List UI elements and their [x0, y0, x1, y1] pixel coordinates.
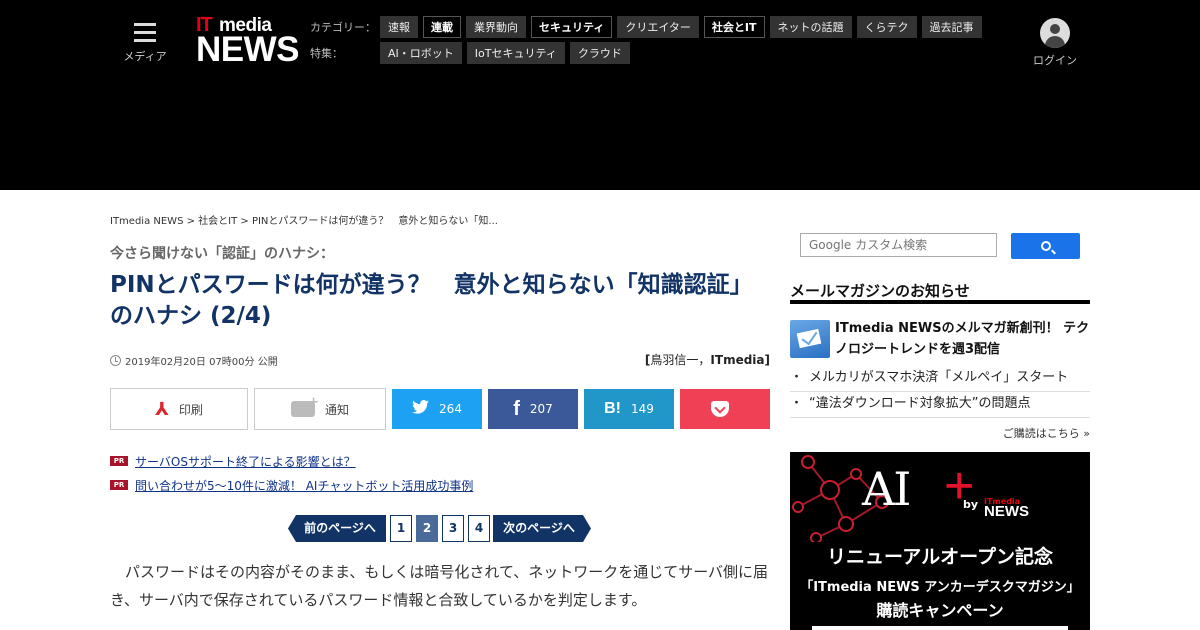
twitter-share-button[interactable]: 264	[392, 389, 482, 429]
mailmag-item[interactable]: ・メルカリがスマホ決済「メルペイ」スタート	[790, 366, 1090, 392]
breadcrumb[interactable]: ITmedia NEWS > 社会とIT > PINとパスワードは何が違う？ 意…	[110, 212, 498, 227]
pr-item: PR 問い合わせが5～10件に激減！ AIチャットボット活用成功事例	[110, 473, 473, 497]
login-label: ログイン	[1033, 54, 1077, 67]
print-button[interactable]: ⅄ 印刷	[110, 388, 248, 430]
facebook-count: 207	[529, 402, 553, 416]
nav-category-sokuho[interactable]: 速報	[380, 16, 418, 38]
media-menu-label: メディア	[123, 50, 167, 63]
notify-button[interactable]: 通知	[254, 388, 386, 430]
search-input[interactable]	[800, 233, 997, 257]
nav-category-gyokai[interactable]: 業界動向	[466, 16, 526, 38]
user-avatar-icon	[1040, 18, 1070, 48]
prev-page-button[interactable]: 前のページへ	[288, 515, 386, 542]
search-icon	[1040, 241, 1051, 251]
nav-category-kuratech[interactable]: くらテク	[856, 16, 917, 38]
ad-campaign-text: 購読キャンペーン	[876, 601, 1004, 620]
mailmag-heading: メールマガジンのお知らせ	[790, 280, 1090, 304]
author-separator: ，	[698, 353, 711, 367]
hatena-bookmark-icon: B!	[604, 400, 621, 417]
twitter-bird-icon	[412, 400, 429, 418]
media-menu-button[interactable]: メディア	[120, 20, 170, 64]
bullet: ・	[790, 396, 804, 411]
category-nav: カテゴリー： 速報 連載 業界動向 セキュリティ クリエイター 社会とIT ネッ…	[310, 16, 987, 38]
next-page-button[interactable]: 次のページへ	[493, 515, 591, 542]
page-link-1[interactable]: 1	[390, 515, 412, 542]
ad-brand-news: NEWS	[984, 503, 1029, 520]
nav-category-archive[interactable]: 過去記事	[921, 16, 982, 38]
notify-label: 通知	[324, 402, 349, 417]
page-link-4[interactable]: 4	[468, 515, 490, 542]
ad-cta-bar	[812, 626, 1068, 630]
pr-links: PR サーバOSサポート終了による影響とは？ PR 問い合わせが5～10件に激減…	[110, 449, 473, 497]
facebook-icon: f	[513, 397, 520, 420]
page-link-2-current[interactable]: 2	[416, 515, 438, 542]
facebook-share-button[interactable]: f 207	[488, 389, 578, 429]
article-kicker: 今さら聞けない「認証」のハナシ：	[110, 246, 334, 262]
author-byline: [鳥羽信一，ITmedia]	[645, 351, 770, 368]
print-label: 印刷	[178, 402, 203, 417]
pr-badge: PR	[110, 480, 128, 490]
clock-icon	[110, 355, 121, 366]
ad-by-text: by	[963, 498, 979, 511]
twitter-count: 264	[439, 402, 462, 416]
logo-news: NEWS	[196, 30, 300, 69]
mailmag-item-text: “違法ダウンロード対象拡大”の問題点	[809, 396, 1031, 411]
author-close: ]	[764, 353, 770, 367]
ai-plus-ad-banner[interactable]: AI + by ITmedia NEWS リニューアルオープン記念 「ITmed…	[790, 452, 1090, 630]
pr-link[interactable]: サーバOSサポート終了による影響とは？	[135, 453, 356, 470]
feature-label: 特集：	[310, 47, 343, 60]
pocket-button[interactable]	[680, 389, 770, 429]
mail-envelope-icon	[790, 320, 830, 358]
publish-date-text: 2019年02月20日 07時00分 公開	[125, 357, 278, 368]
hatena-count: 149	[630, 402, 654, 416]
bullet: ・	[790, 370, 804, 385]
login-button[interactable]: ログイン	[1030, 18, 1080, 68]
pr-badge: PR	[110, 456, 128, 466]
notification-icon	[290, 395, 319, 417]
hamburger-icon	[134, 23, 156, 43]
search-button[interactable]	[1011, 233, 1080, 259]
author-name: 鳥羽信一	[650, 353, 699, 367]
publish-date: 2019年02月20日 07時00分 公開	[110, 353, 278, 368]
nav-feature-iot-security[interactable]: IoTセキュリティ	[466, 42, 565, 64]
pr-link[interactable]: 問い合わせが5～10件に激減！ AIチャットボット活用成功事例	[135, 477, 473, 494]
itmedia-news-logo[interactable]: IT media NEWS	[196, 14, 300, 70]
category-label: カテゴリー：	[310, 21, 376, 34]
nav-feature-cloud[interactable]: クラウド	[569, 42, 630, 64]
article-body-paragraph: パスワードはその内容がそのまま、もしくは暗号化されて、ネットワークを通じてサーバ…	[110, 563, 769, 609]
nav-category-security[interactable]: セキュリティ	[531, 16, 613, 38]
nav-category-net[interactable]: ネットの話題	[769, 16, 852, 38]
ad-subheadline: 「ITmedia NEWS アンカーデスクマガジン」	[800, 580, 1080, 595]
pocket-icon	[711, 401, 729, 417]
nav-category-creator[interactable]: クリエイター	[617, 16, 699, 38]
author-org: ITmedia	[710, 353, 765, 367]
article-title: PINとパスワードは何が違う？ 意外と知らない「知識認証」のハナシ (2/4)	[110, 272, 753, 329]
nav-feature-ai-robot[interactable]: AI・ロボット	[380, 42, 462, 64]
nav-category-shakai-it[interactable]: 社会とIT	[703, 16, 765, 38]
ad-headline: リニューアルオープン記念	[827, 546, 1053, 568]
mailmag-feature-text: ITmedia NEWSのメルマガ新創刊！ テクノロジートレンドを週3配信	[835, 321, 1090, 357]
mailmag-subscribe-link[interactable]: ご購読はこちら »	[790, 425, 1090, 441]
ad-ai-text: AI	[862, 462, 911, 516]
pr-item: PR サーバOSサポート終了による影響とは？	[110, 449, 473, 473]
hatena-bookmark-button[interactable]: B! 149	[584, 389, 674, 429]
feature-nav: 特集： AI・ロボット IoTセキュリティ クラウド	[310, 42, 635, 64]
site-header: メディア IT media NEWS カテゴリー： 速報 連載 業界動向 セキュ…	[0, 0, 1200, 190]
mailmag-item[interactable]: ・ “違法ダウンロード対象拡大”の問題点	[790, 392, 1090, 418]
mailmag-feature[interactable]: ITmedia NEWSのメルマガ新創刊！ テクノロジートレンドを週3配信	[790, 318, 1090, 364]
mailmag-item-text: メルカリがスマホ決済「メルペイ」スタート	[809, 370, 1069, 385]
nav-category-rensai[interactable]: 連載	[423, 16, 461, 38]
page-link-3[interactable]: 3	[442, 515, 464, 542]
pdf-icon: ⅄	[155, 398, 169, 420]
